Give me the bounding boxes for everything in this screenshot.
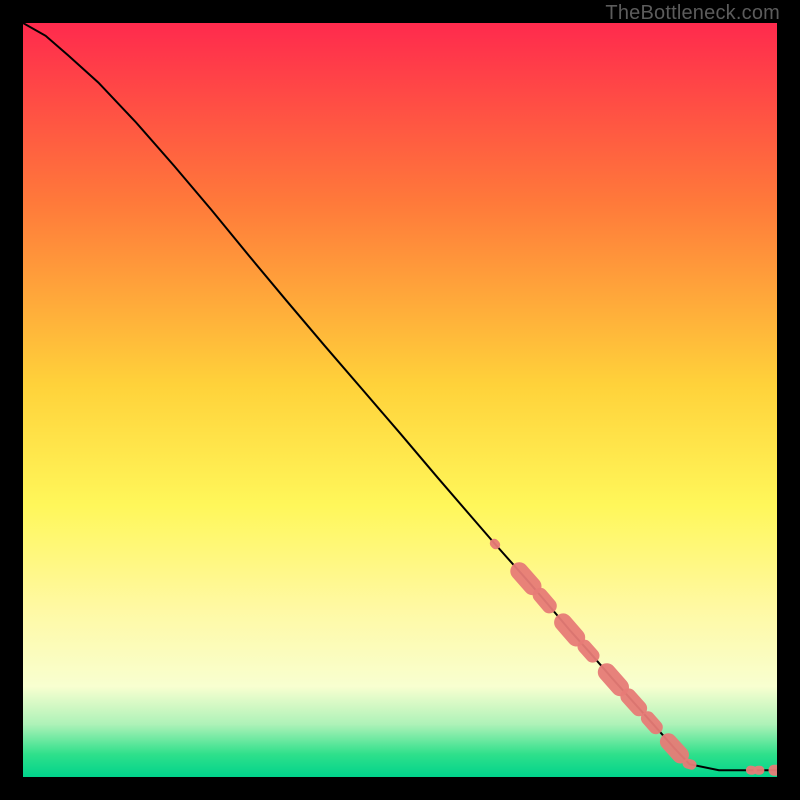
data-marker: [563, 622, 576, 637]
data-marker: [668, 742, 680, 755]
data-marker: [585, 647, 593, 656]
data-marker: [494, 543, 495, 545]
data-marker: [540, 595, 549, 606]
chart-svg: [23, 23, 777, 777]
chart-stage: TheBottleneck.com: [0, 0, 800, 800]
data-marker: [648, 718, 656, 727]
data-marker: [519, 571, 532, 586]
credit-label: TheBottleneck.com: [605, 2, 780, 25]
plot-area: [23, 23, 777, 777]
data-marker: [628, 696, 639, 708]
data-marker: [607, 672, 620, 687]
data-marker: [688, 764, 692, 765]
gradient-background: [23, 23, 777, 777]
